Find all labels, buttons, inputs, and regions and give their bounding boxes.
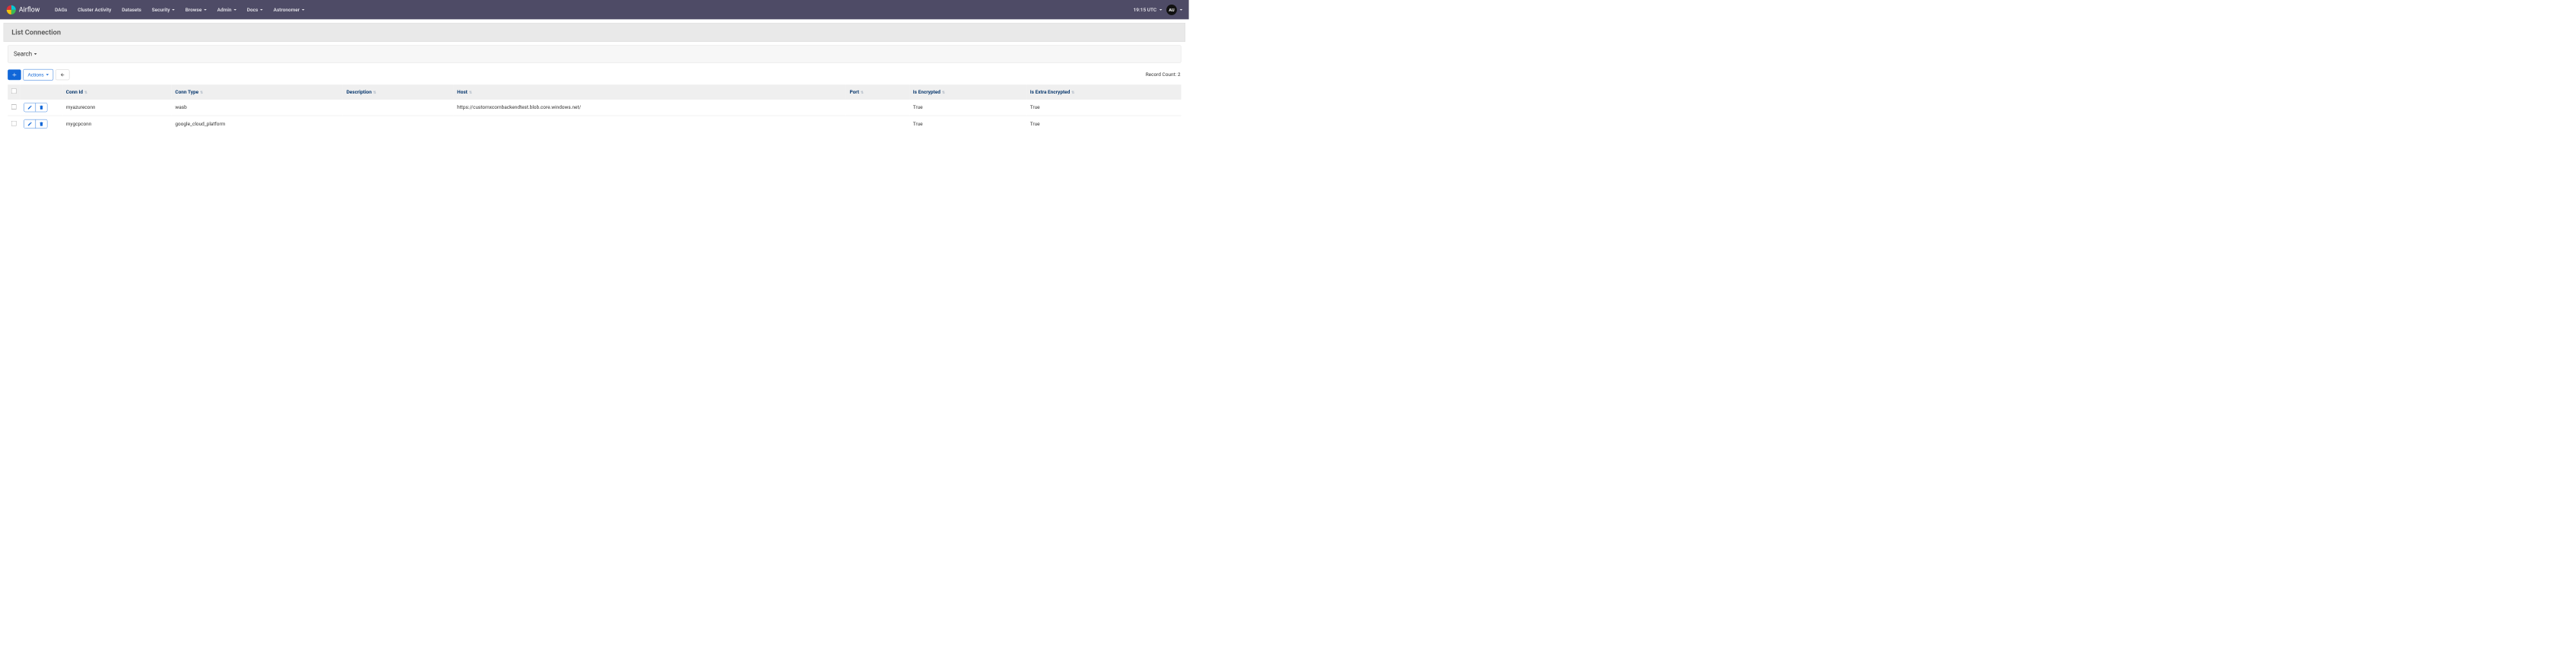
cell-is-extra-encrypted: True <box>1026 99 1181 116</box>
nav-item-admin[interactable]: Admin <box>212 3 242 16</box>
chevron-down-icon <box>260 9 263 11</box>
sort-icon: ⇅ <box>200 90 203 94</box>
nav-item-cluster-activity[interactable]: Cluster Activity <box>72 3 116 16</box>
trash-icon <box>39 105 43 110</box>
record-count: Record Count: 2 <box>1146 72 1182 78</box>
cell-conn-type: google_cloud_platform <box>172 116 343 132</box>
sort-icon: ⇅ <box>861 90 864 94</box>
edit-button[interactable] <box>24 103 36 112</box>
chevron-down-icon <box>34 53 37 55</box>
back-button[interactable] <box>56 69 69 80</box>
table-row: mygcpconngoogle_cloud_platform TrueTrue <box>8 116 1181 132</box>
plus-icon <box>12 72 17 77</box>
row-actions <box>24 119 47 129</box>
sort-icon: ⇅ <box>942 90 945 94</box>
chevron-down-icon <box>172 9 175 11</box>
nav-item-datasets[interactable]: Datasets <box>116 3 146 16</box>
cell-conn-type: wasb <box>172 99 343 116</box>
row-actions <box>24 103 47 112</box>
chevron-down-icon <box>302 9 305 11</box>
chevron-down-icon <box>1160 9 1163 11</box>
cell-is-encrypted: True <box>909 99 1026 116</box>
col-actions <box>21 84 62 99</box>
sort-icon: ⇅ <box>1071 90 1074 94</box>
edit-icon <box>27 122 32 126</box>
col-is-encrypted[interactable]: Is Encrypted⇅ <box>909 84 1026 99</box>
cell-port <box>846 99 909 116</box>
search-toggle[interactable]: Search <box>8 46 1181 62</box>
select-all-checkbox[interactable] <box>11 88 17 94</box>
clock-text: 19:15 UTC <box>1134 7 1156 12</box>
row-checkbox[interactable] <box>11 121 17 126</box>
chevron-down-icon <box>233 9 236 11</box>
nav-item-docs[interactable]: Docs <box>242 3 268 16</box>
col-port[interactable]: Port⇅ <box>846 84 909 99</box>
toolbar: Actions Record Count: 2 <box>0 67 1189 84</box>
delete-button[interactable] <box>36 103 47 112</box>
nav-item-dags[interactable]: DAGs <box>49 3 72 16</box>
cell-conn-id: mygcpconn <box>62 116 172 132</box>
connections-table: Conn Id⇅ Conn Type⇅ Description⇅ Host⇅ P… <box>8 84 1181 132</box>
cell-is-extra-encrypted: True <box>1026 116 1181 132</box>
cell-description <box>343 116 454 132</box>
chevron-down-icon <box>204 9 207 11</box>
add-button[interactable] <box>8 69 21 80</box>
col-host[interactable]: Host⇅ <box>454 84 846 99</box>
cell-conn-id: myazureconn <box>62 99 172 116</box>
edit-button[interactable] <box>24 119 36 128</box>
nav-items: DAGs Cluster Activity Datasets Security … <box>49 3 309 16</box>
nav-item-security[interactable]: Security <box>147 3 180 16</box>
search-panel: Search <box>8 46 1181 63</box>
brand-logo-wrap[interactable]: Airflow <box>6 5 40 14</box>
sort-icon: ⇅ <box>469 90 472 94</box>
nav-item-browse[interactable]: Browse <box>180 3 212 16</box>
sort-icon: ⇅ <box>373 90 376 94</box>
col-is-extra-encrypted[interactable]: Is Extra Encrypted⇅ <box>1026 84 1181 99</box>
col-description[interactable]: Description⇅ <box>343 84 454 99</box>
col-conn-id[interactable]: Conn Id⇅ <box>62 84 172 99</box>
arrow-left-icon <box>60 72 65 77</box>
navbar: Airflow DAGs Cluster Activity Datasets S… <box>0 0 1189 19</box>
navbar-right: 19:15 UTC AU <box>1134 5 1183 15</box>
avatar: AU <box>1166 5 1177 15</box>
cell-description <box>343 99 454 116</box>
connections-table-wrap: Conn Id⇅ Conn Type⇅ Description⇅ Host⇅ P… <box>8 84 1181 132</box>
delete-button[interactable] <box>36 119 47 128</box>
page-header: List Connection <box>4 23 1185 42</box>
cell-host <box>454 116 846 132</box>
row-checkbox[interactable] <box>11 104 17 110</box>
col-conn-type[interactable]: Conn Type⇅ <box>172 84 343 99</box>
page-title: List Connection <box>11 28 1177 37</box>
table-row: myazureconnwasb https://customxcombackend… <box>8 99 1181 116</box>
sort-icon: ⇅ <box>84 90 87 94</box>
clock-dropdown[interactable]: 19:15 UTC <box>1134 7 1163 12</box>
chevron-down-icon <box>46 74 49 75</box>
trash-icon <box>39 122 43 126</box>
cell-host: https://customxcombackendtest.blob.core.… <box>454 99 846 116</box>
edit-icon <box>27 105 32 110</box>
nav-item-astronomer[interactable]: Astronomer <box>268 3 310 16</box>
chevron-down-icon <box>1180 9 1183 11</box>
brand-name: Airflow <box>19 5 40 14</box>
col-select-all <box>8 84 21 99</box>
airflow-logo-icon <box>6 5 16 14</box>
cell-port <box>846 116 909 132</box>
user-menu[interactable]: AU <box>1166 5 1182 15</box>
cell-is-encrypted: True <box>909 116 1026 132</box>
actions-dropdown[interactable]: Actions <box>23 69 53 81</box>
